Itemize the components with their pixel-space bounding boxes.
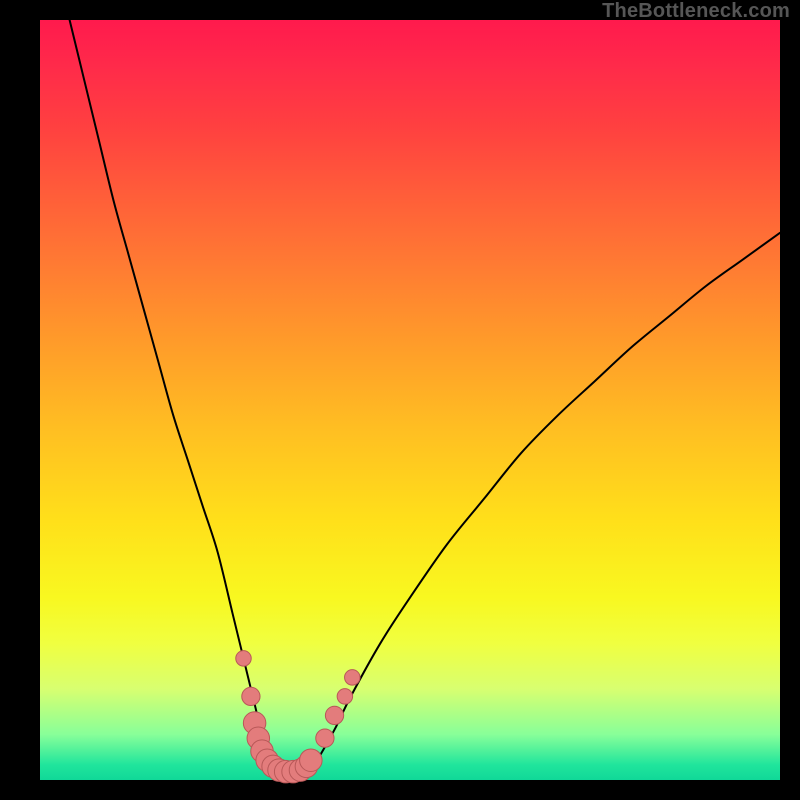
curve-marker <box>345 670 360 685</box>
chart-frame: TheBottleneck.com <box>0 0 800 800</box>
curve-marker <box>316 729 334 747</box>
chart-overlay <box>40 20 780 780</box>
curve-marker <box>337 689 352 704</box>
curve-markers <box>236 651 360 783</box>
bottleneck-curve <box>70 20 780 773</box>
curve-marker <box>325 706 343 724</box>
curve-marker <box>242 687 260 705</box>
watermark-text: TheBottleneck.com <box>602 0 790 23</box>
curve-marker <box>300 749 323 772</box>
curve-marker <box>236 651 251 666</box>
